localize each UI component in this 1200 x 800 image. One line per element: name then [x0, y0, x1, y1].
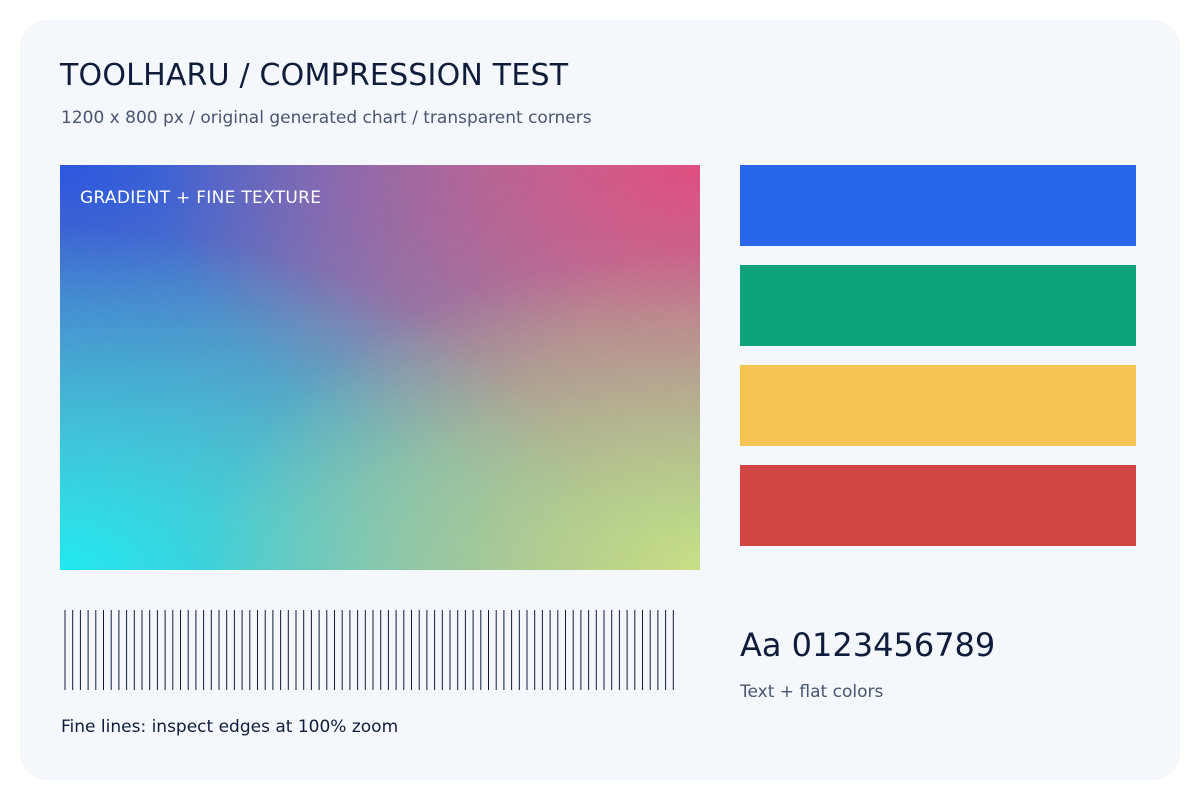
gradient-texture-panel: GRADIENT + FINE TEXTURE	[60, 165, 700, 570]
color-swatch-red	[740, 465, 1136, 546]
color-swatch-yellow	[740, 365, 1136, 446]
page-subtitle: 1200 x 800 px / original generated chart…	[61, 108, 592, 128]
color-swatch-blue	[740, 165, 1136, 246]
gradient-panel-label: GRADIENT + FINE TEXTURE	[80, 188, 322, 208]
type-sample: Aa 0123456789	[740, 626, 996, 664]
fine-lines-pattern	[64, 610, 674, 690]
compression-test-card: TOOLHARU / COMPRESSION TEST 1200 x 800 p…	[20, 20, 1180, 780]
fine-texture-overlay	[60, 165, 700, 570]
color-swatch-green	[740, 265, 1136, 346]
type-sample-caption: Text + flat colors	[740, 682, 884, 702]
page-title: TOOLHARU / COMPRESSION TEST	[60, 58, 569, 93]
fine-lines-caption: Fine lines: inspect edges at 100% zoom	[61, 717, 399, 737]
